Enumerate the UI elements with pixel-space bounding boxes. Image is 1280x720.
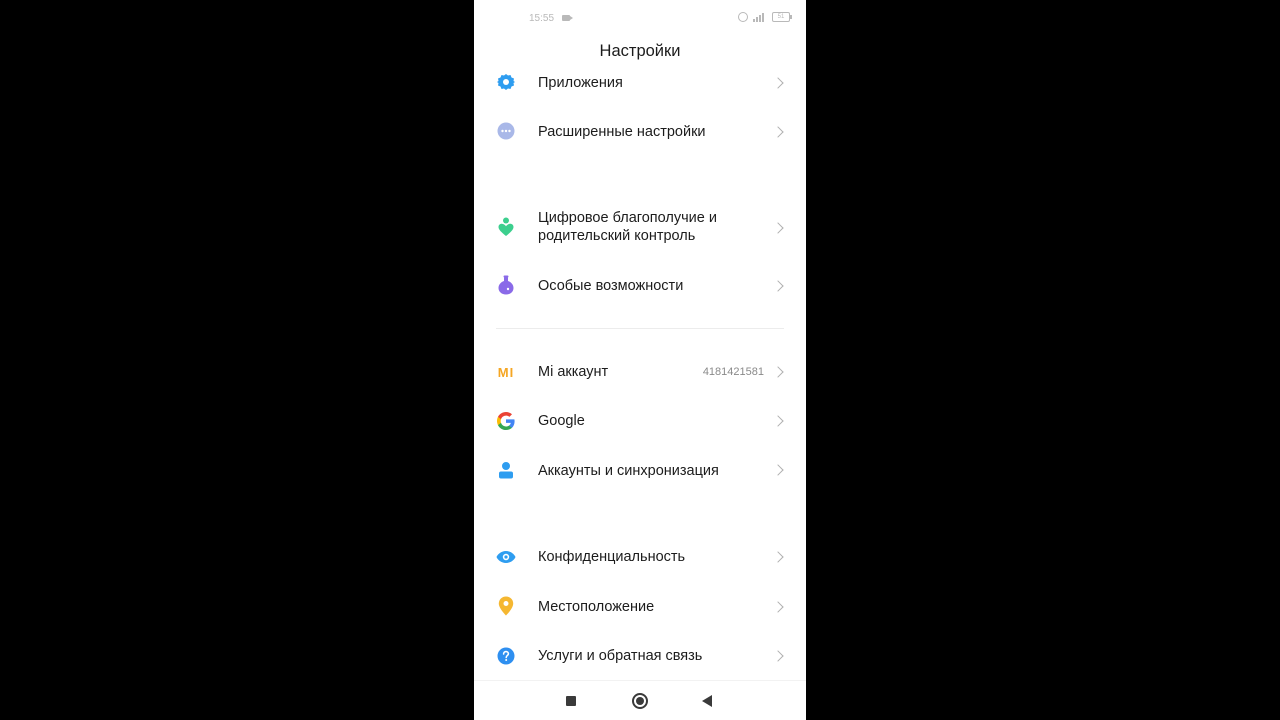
eye-icon: [496, 547, 516, 567]
settings-item-mi-account[interactable]: MI Mi аккаунт 4181421581: [474, 350, 806, 394]
settings-item-location[interactable]: Местоположение: [474, 585, 806, 629]
recent-apps-button[interactable]: [566, 696, 576, 706]
status-bar: 15:55 51: [474, 0, 806, 38]
mi-logo-text: MI: [497, 364, 515, 380]
settings-item-label: Приложения: [538, 75, 623, 91]
section-divider: [496, 328, 784, 329]
mi-account-id: 4181421581: [702, 366, 764, 378]
chevron-right-icon: [772, 464, 784, 476]
settings-item-label: Конфиденциальность: [538, 549, 686, 565]
screen-record-icon: [562, 15, 573, 21]
settings-item-accounts-sync[interactable]: Аккаунты и синхронизация: [474, 448, 806, 492]
chevron-right-icon: [772, 415, 784, 427]
home-button[interactable]: [632, 693, 648, 709]
location-pin-icon: [496, 596, 516, 616]
chevron-right-icon: [772, 77, 784, 89]
phone-screen: 15:55 51 Настройки Приложения Расширенны…: [474, 0, 806, 720]
mi-logo-icon: MI: [496, 362, 516, 382]
chevron-right-icon: [772, 126, 784, 138]
wellbeing-heart-icon: [496, 217, 516, 237]
settings-item-apps[interactable]: Приложения: [474, 60, 806, 104]
chevron-right-icon: [772, 366, 784, 378]
person-icon: [496, 460, 516, 480]
signal-icon: [753, 12, 767, 22]
page-title: Настройки: [599, 42, 681, 60]
chevron-right-icon: [772, 222, 784, 234]
settings-item-label: Особые возможности: [538, 278, 684, 294]
settings-item-label: Аккаунты и синхронизация: [538, 463, 719, 479]
settings-item-google[interactable]: Google: [474, 399, 806, 443]
accessibility-flask-icon: [496, 275, 516, 295]
settings-item-digital-wellbeing[interactable]: Цифровое благополучие и родительский кон…: [474, 200, 806, 256]
settings-item-advanced[interactable]: Расширенные настройки: [474, 110, 806, 154]
settings-item-label: Услуги и обратная связь: [538, 648, 703, 664]
alarm-icon: [738, 12, 748, 22]
settings-item-privacy[interactable]: Конфиденциальность: [474, 535, 806, 579]
chevron-right-icon: [772, 280, 784, 292]
google-g-icon: [496, 411, 516, 431]
settings-item-accessibility[interactable]: Особые возможности: [474, 263, 806, 307]
back-button[interactable]: [702, 695, 712, 707]
status-time: 15:55: [529, 13, 555, 24]
chevron-right-icon: [772, 551, 784, 563]
gear-icon: [496, 72, 516, 92]
settings-item-label: Расширенные настройки: [538, 124, 706, 140]
battery-icon: 51: [772, 12, 792, 22]
chevron-right-icon: [772, 601, 784, 613]
chevron-right-icon: [772, 650, 784, 662]
settings-item-label: Местоположение: [538, 599, 655, 615]
navigation-bar: [474, 680, 806, 720]
settings-item-feedback[interactable]: Услуги и обратная связь: [474, 634, 806, 678]
settings-item-label: Цифровое благополучие и родительский кон…: [538, 210, 717, 244]
help-question-icon: [496, 646, 516, 666]
more-dots-icon: [496, 121, 516, 141]
settings-item-label: Google: [538, 413, 585, 429]
